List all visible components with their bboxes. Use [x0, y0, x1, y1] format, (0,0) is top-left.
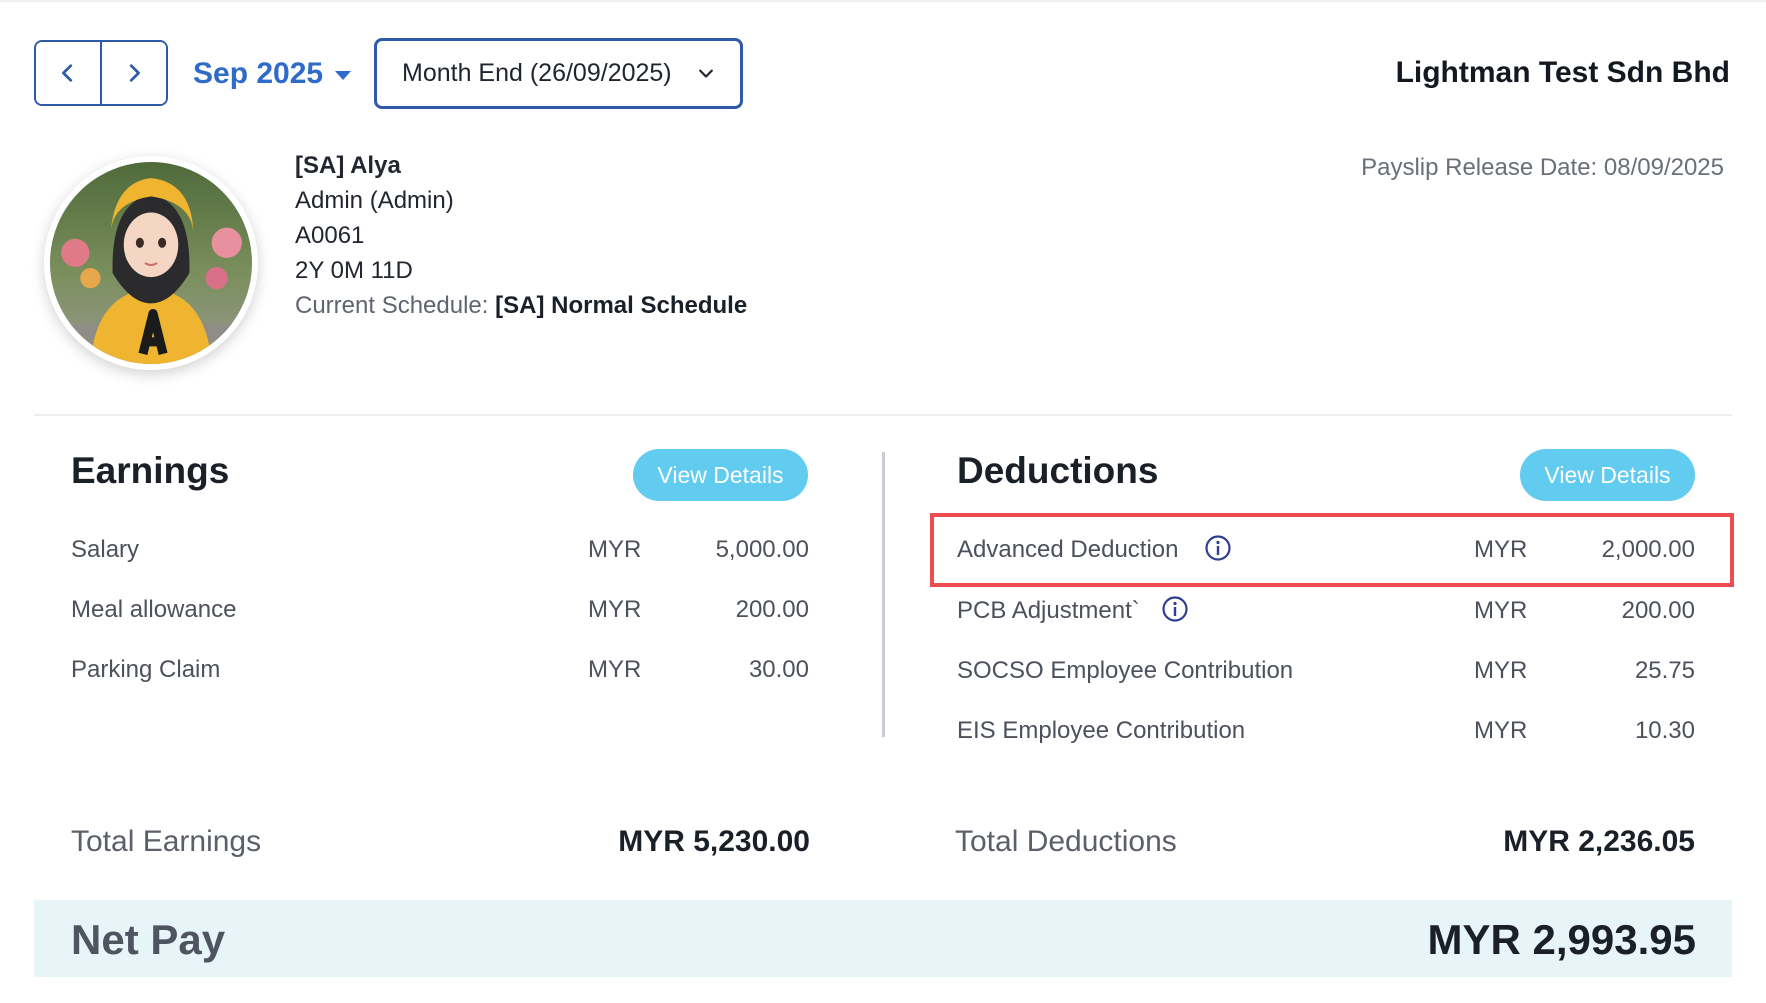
company-name: Lightman Test Sdn Bhd — [1395, 56, 1730, 89]
deduction-amount: 25.75 — [1634, 657, 1695, 684]
earning-amount: 30.00 — [748, 656, 809, 683]
earning-label: Salary — [71, 536, 140, 563]
period-value: Month End (26/09/2025) — [402, 59, 672, 87]
deduction-currency: MYR — [1474, 717, 1528, 744]
caret-down-icon — [335, 70, 352, 80]
earning-currency: MYR — [588, 656, 642, 683]
column-divider — [882, 452, 885, 737]
prev-month-button[interactable] — [36, 42, 100, 104]
month-picker[interactable]: Sep 2025 — [193, 52, 352, 96]
total-earnings-value: MYR 5,230.00 — [618, 825, 810, 858]
earning-currency: MYR — [588, 536, 642, 563]
deductions-view-details-button[interactable]: View Details — [1520, 449, 1695, 501]
deduction-label: EIS Employee Contribution — [957, 717, 1246, 744]
earnings-title: Earnings — [71, 450, 230, 491]
deduction-currency: MYR — [1474, 657, 1528, 684]
earning-amount: 5,000.00 — [715, 536, 809, 563]
deduction-row: EIS Employee Contribution MYR 10.30 — [957, 714, 1695, 748]
deduction-row: Advanced Deduction MYR 2,000.00 — [957, 533, 1695, 567]
section-divider — [34, 414, 1732, 416]
current-schedule: Current Schedule: [SA] Normal Schedule — [295, 288, 747, 323]
deduction-amount: 10.30 — [1634, 717, 1695, 744]
earning-row: Salary MYR 5,000.00 — [71, 533, 809, 567]
deduction-label: SOCSO Employee Contribution — [957, 657, 1294, 684]
net-pay-label: Net Pay — [71, 916, 226, 963]
earning-label: Meal allowance — [71, 596, 237, 623]
deduction-currency: MYR — [1474, 597, 1528, 624]
deduction-currency: MYR — [1474, 536, 1528, 563]
chevron-left-icon — [62, 64, 73, 82]
earning-row: Meal allowance MYR 200.00 — [71, 593, 809, 627]
net-pay-bar: Net Pay MYR 2,993.95 — [34, 900, 1732, 977]
chevron-down-icon — [699, 69, 713, 78]
deductions-title: Deductions — [957, 450, 1159, 491]
employee-info: [SA] Alya Admin (Admin) A0061 2Y 0M 11D … — [295, 148, 747, 323]
deduction-row: SOCSO Employee Contribution MYR 25.75 — [957, 654, 1695, 688]
deduction-row: PCB Adjustment` MYR 200.00 — [957, 594, 1695, 628]
period-select[interactable]: Month End (26/09/2025) — [374, 38, 743, 109]
info-icon[interactable] — [1204, 534, 1232, 562]
deduction-amount: 2,000.00 — [1601, 536, 1695, 563]
schedule-label: Current Schedule: — [295, 292, 489, 319]
employee-role: Admin (Admin) — [295, 187, 454, 214]
earning-amount: 200.00 — [735, 596, 809, 623]
avatar — [44, 156, 258, 370]
employee-name: [SA] Alya — [295, 152, 401, 179]
total-earnings-label: Total Earnings — [71, 825, 262, 858]
total-deductions-label: Total Deductions — [955, 825, 1177, 858]
top-border — [0, 0, 1766, 2]
deduction-amount: 200.00 — [1621, 597, 1695, 624]
employee-id: A0061 — [295, 222, 365, 249]
schedule-value: [SA] Normal Schedule — [495, 292, 748, 319]
earning-label: Parking Claim — [71, 656, 221, 683]
deduction-label: PCB Adjustment` — [957, 597, 1140, 624]
deduction-label: Advanced Deduction — [957, 536, 1179, 563]
payslip-release-date: Payslip Release Date: 08/09/2025 — [1361, 154, 1724, 181]
chevron-right-icon — [129, 64, 140, 82]
month-nav — [34, 40, 168, 106]
earnings-view-details-button[interactable]: View Details — [633, 449, 808, 501]
info-icon[interactable] — [1161, 595, 1189, 623]
month-label: Sep 2025 — [193, 57, 324, 90]
earning-row: Parking Claim MYR 30.00 — [71, 653, 809, 687]
total-deductions-value: MYR 2,236.05 — [1503, 825, 1695, 858]
payslip-page: Sep 2025 Month End (26/09/2025) Lightman… — [0, 0, 1766, 1003]
net-pay-value: MYR 2,993.95 — [1427, 916, 1697, 963]
next-month-button[interactable] — [100, 42, 166, 104]
earning-currency: MYR — [588, 596, 642, 623]
employee-tenure: 2Y 0M 11D — [295, 257, 413, 284]
avatar-image — [50, 162, 252, 364]
